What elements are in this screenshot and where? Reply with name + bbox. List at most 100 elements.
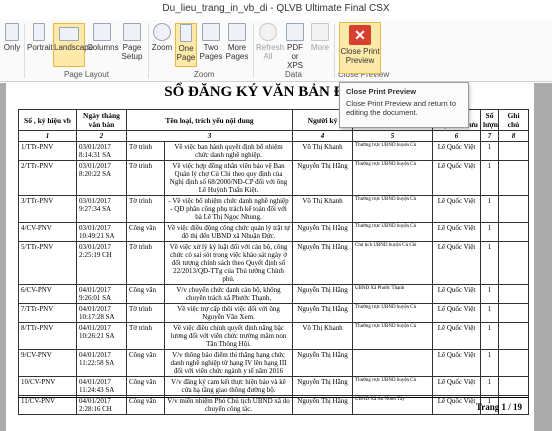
zoom-button[interactable]: Zoom bbox=[151, 23, 173, 67]
pdf-xps-label: PDF or XPS bbox=[286, 43, 303, 70]
portrait-icon bbox=[33, 23, 45, 41]
note-cell bbox=[498, 284, 530, 304]
recipient-cell: UBND Xã Phước Thạnh bbox=[352, 284, 434, 304]
page-setup-label: Page Setup bbox=[121, 43, 143, 61]
archive-cell: Lê Quốc Việt bbox=[432, 241, 482, 285]
recipient-cell: UBND Xã An Nhơn Tây bbox=[352, 395, 434, 415]
doc-type-cell: Công văn bbox=[126, 284, 165, 304]
doc-number-cell: 2/TTr-PNV bbox=[18, 160, 77, 196]
data-group-label: Data bbox=[285, 70, 302, 79]
archive-cell: Lê Quốc Việt bbox=[432, 195, 482, 223]
doc-number-cell: 11/CV-PNV bbox=[18, 395, 77, 415]
doc-type-cell: Công văn bbox=[126, 222, 165, 242]
pdf-icon bbox=[286, 23, 304, 41]
column-number: 2 bbox=[76, 130, 127, 142]
doc-date-cell: 04/01/2017 2:28:16 CH bbox=[76, 395, 127, 415]
signer-cell: Võ Thị Khanh bbox=[292, 141, 354, 161]
columns-icon bbox=[93, 23, 111, 41]
table-row: 1/TTr-PNV 03/01/2017 8:14:31 SA Tờ trình Về… bbox=[18, 141, 530, 161]
column-number: 5 bbox=[352, 130, 434, 142]
doc-type-cell: Tờ trình bbox=[126, 322, 165, 350]
more-pages-button[interactable]: More Pages bbox=[224, 23, 250, 67]
column-number: 6 bbox=[432, 130, 482, 142]
table-row: 10/CV-PNV 04/01/2017 11:24:43 SA Công văn V… bbox=[18, 376, 530, 396]
archive-cell: Lê Quốc Việt bbox=[432, 303, 482, 323]
doc-number-cell: 5/TTr-PNV bbox=[18, 241, 77, 285]
signer-cell: Võ Thị Khanh bbox=[292, 195, 354, 223]
pdf-xps-button[interactable]: PDF or XPS bbox=[283, 23, 307, 70]
summary-cell: V/v miễn nhiệm Phó Chủ tịch UBND xã do c… bbox=[163, 395, 294, 415]
doc-date-cell: 03/01/2017 2:25:19 CH bbox=[76, 241, 127, 285]
more-icon bbox=[311, 23, 329, 41]
table-row: 8/TTr-PNV 04/01/2017 10:26:21 SA Tờ trình V… bbox=[18, 322, 530, 350]
column-number-row: 1 2 3 4 5 6 7 8 bbox=[18, 130, 530, 142]
quantity-cell: 1 bbox=[480, 376, 500, 396]
columns-button[interactable]: Columns bbox=[87, 23, 119, 67]
landscape-button[interactable]: Landscape bbox=[53, 23, 93, 67]
signer-cell: Nguyễn Thị Hằng bbox=[292, 303, 354, 323]
quantity-cell: 1 bbox=[480, 195, 500, 223]
one-page-label: One Page bbox=[176, 44, 196, 62]
doc-type-cell: Tờ trình bbox=[126, 195, 165, 223]
footer-rule bbox=[18, 397, 528, 398]
doc-date-cell: 03/01/2017 8:20:22 SA bbox=[76, 160, 127, 196]
only-button[interactable]: Only bbox=[1, 23, 23, 67]
doc-date-cell: 04/01/2017 9:26:01 SA bbox=[76, 284, 127, 304]
header-cell: Ghi chú bbox=[498, 109, 530, 131]
page-setup-icon bbox=[123, 23, 141, 41]
more-button[interactable]: More bbox=[309, 23, 331, 67]
two-pages-button[interactable]: Two Pages bbox=[199, 23, 223, 67]
close-print-preview-button[interactable]: ✕ Close Print Preview bbox=[339, 22, 381, 74]
preview-page: SỔ ĐĂNG KÝ VĂN BẢN ĐI NĂ Số , ký hiệu vb… bbox=[6, 83, 534, 431]
quantity-cell: 1 bbox=[480, 303, 500, 323]
table-row: 4/CV-PNV 03/01/2017 10:49:21 SA Công văn Về… bbox=[18, 222, 530, 242]
tooltip-title: Close Print Preview bbox=[346, 87, 417, 96]
archive-cell: Lê Quốc Việt bbox=[432, 222, 482, 242]
header-cell: Ngày tháng văn bản bbox=[76, 109, 127, 131]
quantity-cell: 1 bbox=[480, 160, 500, 196]
table-row: 7/TTr-PNV 04/01/2017 10:17:28 SA Tờ trình V… bbox=[18, 303, 530, 323]
header-cell: Tên loại, trích yếu nội dung bbox=[125, 109, 294, 131]
archive-cell: Lê Quốc Việt bbox=[432, 376, 482, 396]
one-page-button[interactable]: One Page bbox=[175, 23, 197, 67]
page-setup-button[interactable]: Page Setup bbox=[118, 23, 146, 67]
only-label: Only bbox=[3, 43, 21, 52]
zoom-label: Zoom bbox=[151, 43, 173, 52]
doc-date-cell: 03/01/2017 9:27:34 SA bbox=[76, 195, 127, 223]
recipient-cell: Thường trực UBND huyện Củ bbox=[352, 160, 434, 196]
column-number: 7 bbox=[480, 130, 500, 142]
recipient-cell: Chủ tịch UBND huyện Củ Chi bbox=[352, 241, 434, 285]
summary-cell: Về việc ban hành quyết định bổ nhiệm chứ… bbox=[163, 141, 294, 161]
header-cell: Số lượng bbox=[480, 109, 500, 131]
doc-number-cell: 4/CV-PNV bbox=[18, 222, 77, 242]
note-cell bbox=[498, 303, 530, 323]
summary-cell: Về việc điều động công chức quản lý trật… bbox=[163, 222, 294, 242]
column-number: 8 bbox=[498, 130, 530, 142]
table-row: 9/CV-PNV 04/01/2017 11:22:58 SA Công văn V/… bbox=[18, 349, 530, 377]
close-preview-tooltip: Close Print Preview Close Print Preview … bbox=[339, 82, 469, 128]
doc-date-cell: 04/01/2017 11:24:43 SA bbox=[76, 376, 127, 396]
signer-cell: Nguyễn Thị Hằng bbox=[292, 395, 354, 415]
doc-date-cell: 04/01/2017 10:17:28 SA bbox=[76, 303, 127, 323]
summary-cell: Về việc hợp đồng nhân viên bảo vệ Ban Qu… bbox=[163, 160, 294, 196]
table-row: 2/TTr-PNV 03/01/2017 8:20:22 SA Tờ trình Về… bbox=[18, 160, 530, 196]
summary-cell: V/v thông báo điểm thi thăng hạng chức d… bbox=[163, 349, 294, 377]
signer-cell: Võ Thị Khanh bbox=[292, 322, 354, 350]
landscape-icon bbox=[59, 27, 79, 41]
quantity-cell: 1 bbox=[480, 241, 500, 285]
doc-number-cell: 1/TTr-PNV bbox=[18, 141, 77, 161]
doc-type-cell: Công văn bbox=[126, 376, 165, 396]
refresh-icon bbox=[259, 23, 277, 41]
refresh-all-button[interactable]: Refresh All bbox=[256, 23, 284, 67]
print-preview-area[interactable]: SỔ ĐĂNG KÝ VĂN BẢN ĐI NĂ Số , ký hiệu vb… bbox=[0, 83, 552, 431]
column-number: 1 bbox=[18, 130, 77, 142]
doc-date-cell: 04/01/2017 10:26:21 SA bbox=[76, 322, 127, 350]
recipient-cell bbox=[352, 349, 434, 377]
signer-cell: Nguyễn Thị Hằng bbox=[292, 284, 354, 304]
doc-number-cell: 10/CV-PNV bbox=[18, 376, 77, 396]
summary-cell: V/v đăng ký cam kết thực hiện báo và kê … bbox=[163, 376, 294, 396]
column-number: 3 bbox=[125, 130, 294, 142]
two-pages-label: Two Pages bbox=[199, 43, 223, 61]
portrait-button[interactable]: Portrait bbox=[27, 23, 53, 67]
doc-type-cell: Tờ trình bbox=[126, 303, 165, 323]
